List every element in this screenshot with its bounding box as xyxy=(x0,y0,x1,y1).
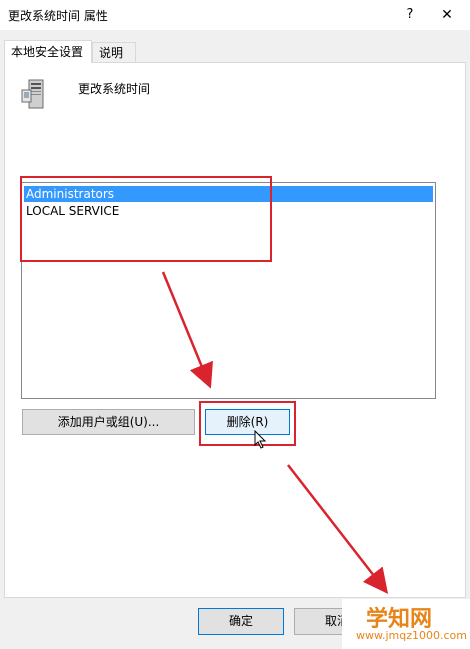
watermark: 学知网 www.jmqz1000.com xyxy=(342,599,470,649)
arrow-to-confirm xyxy=(287,464,389,594)
tab-local-security-setting[interactable]: 本地安全设置 xyxy=(4,40,92,63)
annotation-arrows xyxy=(161,271,389,594)
watermark-url: www.jmqz1000.com xyxy=(356,629,467,642)
mouse-cursor-icon xyxy=(254,430,267,449)
arrow-to-remove xyxy=(161,271,213,389)
